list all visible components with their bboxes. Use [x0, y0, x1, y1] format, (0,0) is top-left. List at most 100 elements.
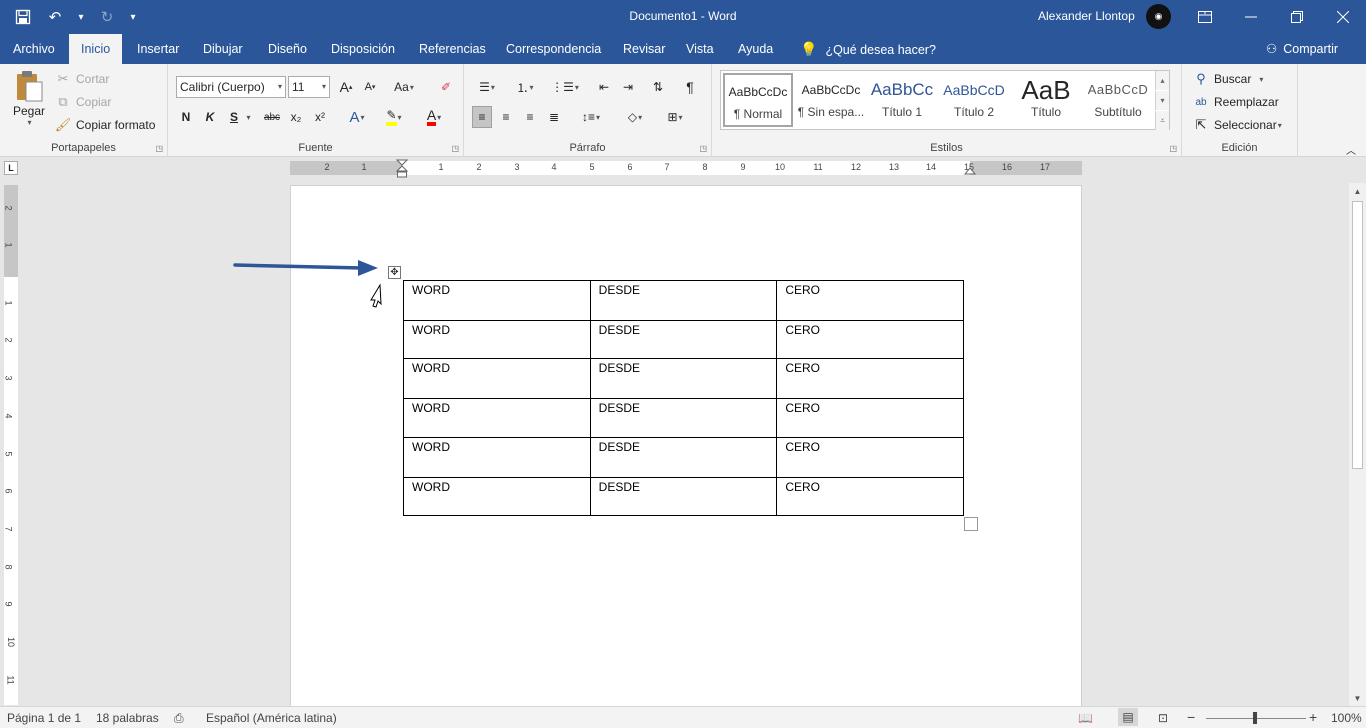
- italic-button[interactable]: K: [200, 106, 220, 128]
- scrollbar-thumb[interactable]: [1352, 201, 1363, 469]
- show-formatting-marks-icon[interactable]: ¶: [680, 76, 700, 98]
- font-size-combo[interactable]: 11 ▾: [288, 76, 330, 98]
- numbering-button[interactable]: ⒈ ▾: [510, 76, 540, 98]
- read-mode-icon[interactable]: 📖: [1078, 711, 1093, 725]
- style-no-spacing[interactable]: AaBbCcDc ¶ Sin espa...: [796, 73, 866, 127]
- format-painter-button[interactable]: 🖌 Copiar formato: [54, 116, 156, 134]
- proofing-icon[interactable]: ⎙: [174, 711, 184, 726]
- gallery-scroll-up-icon[interactable]: ▴: [1155, 71, 1169, 90]
- gallery-more-icon[interactable]: ⩡: [1155, 111, 1169, 130]
- table-row[interactable]: WORD DESDE CERO: [403, 477, 964, 516]
- table-cell[interactable]: WORD: [403, 437, 591, 478]
- minimize-icon[interactable]: [1228, 0, 1274, 34]
- table-row[interactable]: WORD DESDE CERO: [403, 398, 964, 438]
- word-count[interactable]: 18 palabras: [96, 711, 159, 725]
- paste-dropdown-icon[interactable]: ▾: [27, 118, 31, 127]
- gallery-scroll-down-icon[interactable]: ▾: [1155, 91, 1169, 110]
- table-resize-handle[interactable]: [964, 517, 978, 531]
- undo-icon[interactable]: ↶: [42, 5, 68, 29]
- table-cell[interactable]: DESDE: [589, 358, 778, 399]
- table-cell[interactable]: CERO: [776, 477, 964, 516]
- table-cell[interactable]: DESDE: [589, 320, 778, 359]
- table-cell[interactable]: WORD: [403, 280, 591, 321]
- align-right-icon[interactable]: ≡: [520, 106, 540, 128]
- strikethrough-button[interactable]: abc: [262, 106, 282, 128]
- tell-me-search[interactable]: 💡 ¿Qué desea hacer?: [800, 34, 936, 64]
- table-row[interactable]: WORD DESDE CERO: [403, 437, 964, 478]
- zoom-slider-thumb[interactable]: [1253, 712, 1257, 724]
- customize-qat-icon[interactable]: ▾: [126, 5, 140, 29]
- scroll-up-icon[interactable]: ▲: [1349, 183, 1366, 199]
- change-case-button[interactable]: Aa ▾: [390, 76, 418, 98]
- close-icon[interactable]: [1320, 0, 1366, 34]
- align-center-icon[interactable]: ≡: [496, 106, 516, 128]
- page-count[interactable]: Página 1 de 1: [7, 711, 81, 725]
- web-layout-icon[interactable]: ⊡: [1158, 711, 1168, 725]
- user-name[interactable]: Alexander Llontop: [1038, 9, 1135, 23]
- borders-button[interactable]: ⊞ ▾: [660, 106, 690, 128]
- replace-button[interactable]: ab Reemplazar: [1192, 93, 1278, 111]
- paste-button[interactable]: Pegar ▾: [10, 70, 48, 127]
- tab-inicio[interactable]: Inicio: [69, 34, 123, 64]
- font-color-button[interactable]: A ▾: [418, 106, 450, 128]
- highlight-color-button[interactable]: ✎ ▾: [378, 106, 410, 128]
- tab-vista[interactable]: Vista: [674, 34, 726, 64]
- tab-ayuda[interactable]: Ayuda: [726, 34, 785, 64]
- justify-icon[interactable]: ≣: [544, 106, 564, 128]
- zoom-out-icon[interactable]: −: [1187, 709, 1195, 725]
- text-effects-button[interactable]: A ▾: [342, 106, 372, 128]
- tab-diseno[interactable]: Diseño: [256, 34, 319, 64]
- decrease-indent-icon[interactable]: ⇤: [594, 76, 614, 98]
- table-cell[interactable]: CERO: [776, 358, 964, 399]
- tab-archivo[interactable]: Archivo: [1, 34, 67, 64]
- table-cell[interactable]: CERO: [776, 398, 964, 438]
- indent-markers-icon[interactable]: [396, 159, 408, 179]
- select-button[interactable]: ⇱ Seleccionar ▾: [1192, 116, 1282, 134]
- tab-referencias[interactable]: Referencias: [407, 34, 498, 64]
- document-page[interactable]: ✥ WORD DESDE CERO WORD DESDE CERO WORD DESDE CER…: [290, 185, 1082, 710]
- bold-button[interactable]: N: [176, 106, 196, 128]
- table-cell[interactable]: DESDE: [589, 398, 778, 438]
- tab-insertar[interactable]: Insertar: [125, 34, 191, 64]
- table-cell[interactable]: DESDE: [589, 437, 778, 478]
- sort-icon[interactable]: ⇅: [648, 76, 668, 98]
- superscript-button[interactable]: x²: [310, 106, 330, 128]
- zoom-level[interactable]: 100%: [1331, 711, 1362, 725]
- table-cell[interactable]: WORD: [403, 398, 591, 438]
- underline-button[interactable]: S: [224, 106, 244, 128]
- style-normal[interactable]: AaBbCcDc ¶ Normal: [723, 73, 793, 127]
- tab-revisar[interactable]: Revisar: [611, 34, 677, 64]
- table-cell[interactable]: DESDE: [589, 280, 778, 321]
- tab-disposicion[interactable]: Disposición: [319, 34, 407, 64]
- table-cell[interactable]: DESDE: [589, 477, 778, 516]
- vertical-ruler[interactable]: 2 1 1 2 3 4 5 6 7 8 9 10 11: [4, 185, 18, 705]
- find-button[interactable]: ⚲ Buscar ▾: [1192, 70, 1263, 88]
- print-layout-icon[interactable]: ▤: [1118, 708, 1138, 726]
- style-heading-1[interactable]: AaBbCc Título 1: [867, 73, 937, 127]
- align-left-icon[interactable]: ≡: [472, 106, 492, 128]
- table-cell[interactable]: CERO: [776, 280, 964, 321]
- share-button[interactable]: ⚇ Compartir: [1266, 34, 1338, 64]
- shading-button[interactable]: ◇ ▾: [620, 106, 650, 128]
- table-row[interactable]: WORD DESDE CERO: [403, 320, 964, 359]
- restore-icon[interactable]: [1274, 0, 1320, 34]
- horizontal-ruler[interactable]: 2 1 1 2 3 4 5 6 7 8 9 10 11 12 13 14 15 16 17: [290, 159, 1082, 178]
- styles-launcher-icon[interactable]: ◳: [1169, 144, 1177, 153]
- grow-font-button[interactable]: A ▴: [336, 76, 356, 98]
- table-row[interactable]: WORD DESDE CERO: [403, 280, 964, 321]
- table-row[interactable]: WORD DESDE CERO: [403, 358, 964, 399]
- vertical-scrollbar[interactable]: ▲ ▼: [1349, 183, 1366, 706]
- table-cell[interactable]: WORD: [403, 358, 591, 399]
- zoom-in-icon[interactable]: +: [1309, 709, 1317, 725]
- multilevel-list-button[interactable]: ⋮☰ ▾: [548, 76, 582, 98]
- avatar[interactable]: ◉: [1146, 4, 1171, 29]
- font-launcher-icon[interactable]: ◳: [451, 144, 459, 153]
- table-cell[interactable]: WORD: [403, 477, 591, 516]
- save-icon[interactable]: [10, 5, 36, 29]
- increase-indent-icon[interactable]: ⇥: [618, 76, 638, 98]
- style-title[interactable]: AaB Título: [1011, 73, 1081, 127]
- font-name-combo[interactable]: Calibri (Cuerpo) ▾: [176, 76, 286, 98]
- tab-dibujar[interactable]: Dibujar: [191, 34, 255, 64]
- shrink-font-button[interactable]: A ▾: [360, 76, 380, 98]
- style-heading-2[interactable]: AaBbCcD Título 2: [939, 73, 1009, 127]
